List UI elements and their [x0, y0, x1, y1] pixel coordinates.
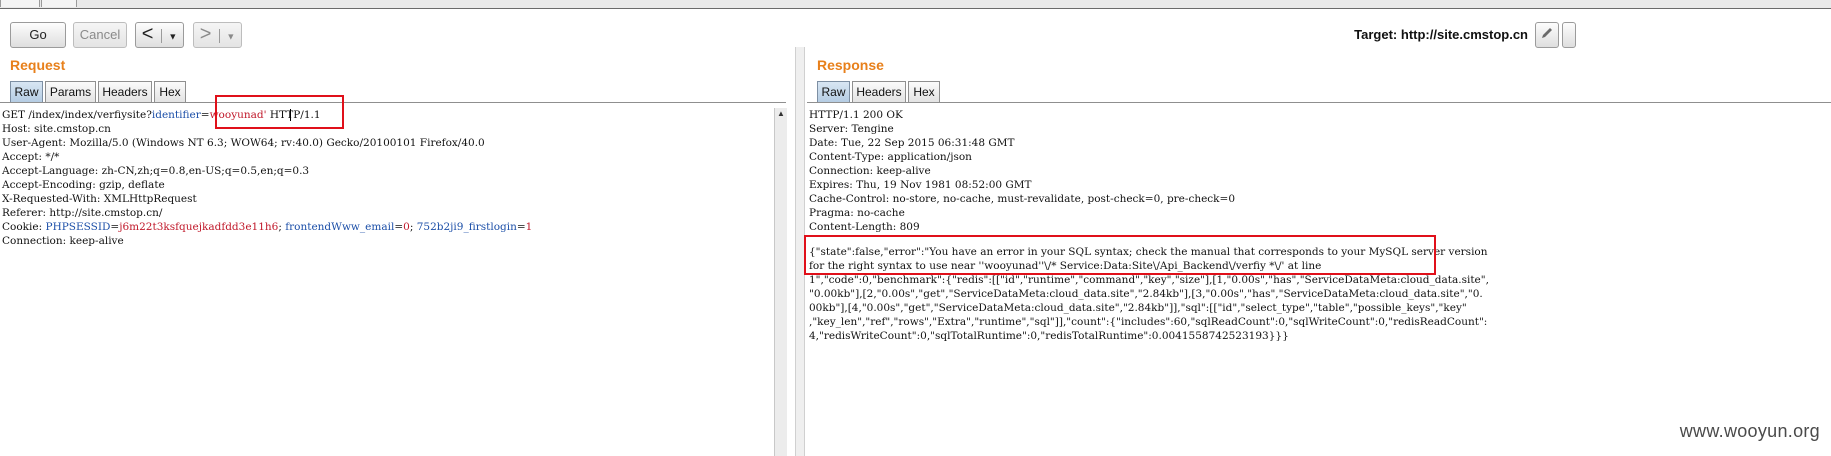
tab-response-headers[interactable]: Headers	[852, 81, 906, 103]
request-header-line: Accept-Language: zh-CN,zh;q=0.8,en-US;q=…	[2, 165, 310, 177]
response-body-line: 1","code":0,"benchmark":{"redis":[["id",…	[809, 274, 1489, 286]
top-tab-fragment[interactable]	[41, 0, 77, 7]
chevron-down-icon[interactable]: ▼	[168, 31, 177, 41]
response-body-line: 4,"redisWriteCount":0,"sqlTotalRuntime":…	[809, 330, 1289, 342]
cookie-equals: =	[516, 221, 526, 233]
response-title: Response	[817, 57, 884, 73]
response-body-line: "0.00kb"],[2,"0.00s","get","ServiceDataM…	[809, 288, 1483, 300]
response-header-line: Expires: Thu, 19 Nov 1981 08:52:00 GMT	[809, 179, 1032, 191]
response-header-line: Connection: keep-alive	[809, 165, 931, 177]
request-header-line: Accept-Encoding: gzip, deflate	[2, 179, 165, 191]
tab-request-raw[interactable]: Raw	[10, 81, 43, 103]
request-header-line: User-Agent: Mozilla/5.0 (Windows NT 6.3;…	[2, 137, 485, 149]
cookie-value: 0	[403, 221, 410, 233]
window-top-strip	[0, 0, 1831, 9]
tab-request-params[interactable]: Params	[45, 81, 96, 103]
cookie-name: 752b2ji9_firstlogin	[416, 221, 517, 233]
cookie-equals: =	[394, 221, 404, 233]
cookie-separator: ;	[409, 221, 417, 233]
target-label: Target: http://site.cmstop.cn	[1354, 27, 1528, 42]
button-separator	[219, 29, 221, 44]
highlight-box-request	[215, 95, 344, 129]
response-body-line: ,"key_len","ref","rows","Extra","runtime…	[809, 316, 1488, 328]
help-icon[interactable]	[1562, 22, 1576, 48]
cookie-equals: =	[110, 221, 120, 233]
request-title: Request	[10, 57, 66, 73]
tab-response-raw[interactable]: Raw	[817, 81, 850, 103]
back-button[interactable]: < ▼	[135, 22, 184, 48]
response-body-line: 00kb"],[4,"0.00s","get","ServiceDataMeta…	[809, 302, 1467, 314]
response-editor[interactable]: HTTP/1.1 200 OK Server: Tengine Date: Tu…	[807, 103, 1831, 456]
response-header-line: Cache-Control: no-store, no-cache, must-…	[809, 193, 1236, 205]
request-header-line: X-Requested-With: XMLHttpRequest	[2, 193, 197, 205]
request-editor[interactable]: GET /index/index/verfiysite?identifier=w…	[0, 103, 774, 456]
watermark: www.wooyun.org	[1679, 421, 1820, 441]
request-header-line: Host: site.cmstop.cn	[2, 123, 111, 135]
cookie-value: 1	[525, 221, 533, 233]
response-header-line: Server: Tengine	[809, 123, 894, 135]
request-header-line: Connection: keep-alive	[2, 235, 124, 247]
tab-request-hex[interactable]: Hex	[154, 81, 186, 103]
go-button[interactable]: Go	[10, 22, 66, 48]
request-header-line: Accept: */*	[2, 151, 60, 163]
cookie-value: j6m22t3ksfquejkadfdd3e11h6	[119, 221, 279, 233]
cookie-name: frontendWww_email	[285, 221, 395, 233]
param-name: identifier	[151, 109, 201, 121]
response-header-line: Content-Type: application/json	[809, 151, 972, 163]
back-arrow-icon: <	[141, 23, 154, 45]
param-equals: =	[200, 109, 210, 121]
response-header-line: HTTP/1.1 200 OK	[809, 109, 903, 121]
response-header-line: Pragma: no-cache	[809, 207, 905, 219]
text-cursor	[290, 109, 291, 121]
highlight-box-response	[804, 235, 1436, 275]
cookie-prefix: Cookie:	[2, 221, 46, 233]
cancel-button[interactable]: Cancel	[73, 22, 127, 48]
pencil-icon[interactable]	[1535, 22, 1559, 48]
response-header-line: Date: Tue, 22 Sep 2015 06:31:48 GMT	[809, 137, 1015, 149]
forward-button[interactable]: > ▼	[193, 22, 242, 48]
tab-response-hex[interactable]: Hex	[908, 81, 940, 103]
cookie-line: Cookie: PHPSESSID=j6m22t3ksfquejkadfdd3e…	[2, 220, 532, 234]
top-tab-fragment[interactable]	[0, 0, 40, 7]
tab-request-headers[interactable]: Headers	[98, 81, 152, 103]
response-header-line: Content-Length: 809	[809, 221, 920, 233]
scroll-up-icon[interactable]: ▲	[776, 108, 786, 120]
request-scrollbar[interactable]: ▲	[774, 108, 787, 456]
chevron-down-icon[interactable]: ▼	[226, 31, 235, 41]
button-separator	[161, 29, 163, 44]
forward-arrow-icon: >	[199, 23, 212, 45]
request-method-path: GET /index/index/verfiysite?	[2, 109, 152, 121]
cookie-name: PHPSESSID	[45, 221, 111, 233]
request-header-line: Referer: http://site.cmstop.cn/	[2, 207, 163, 219]
